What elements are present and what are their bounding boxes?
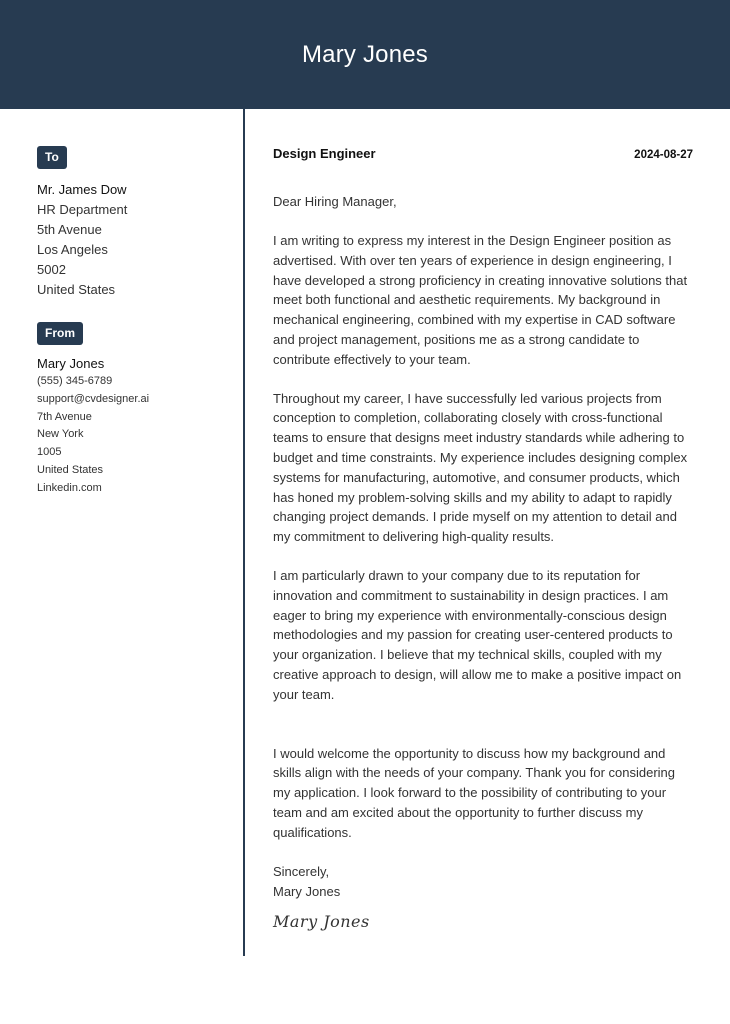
sender-linkedin[interactable]: Linkedin.com [37, 480, 232, 498]
closing-block: Sincerely, Mary Jones [273, 862, 693, 902]
paragraph-experience: Throughout my career, I have successfull… [273, 390, 688, 545]
sender-block: From Mary Jones (555) 345-6789 support@c… [37, 322, 232, 498]
recipient-department: HR Department [37, 202, 128, 217]
recipient-postcode: 5002 [37, 262, 66, 277]
recipient-name: Mr. James Dow [37, 182, 127, 197]
sender-street: 7th Avenue [37, 410, 92, 423]
sidebar: To Mr. James Dow HR Department 5th Avenu… [37, 146, 232, 498]
paragraph-closing: I would welcome the opportunity to discu… [273, 745, 676, 840]
recipient-block: To Mr. James Dow HR Department 5th Avenu… [37, 146, 232, 300]
recipient-street: 5th Avenue [37, 222, 102, 237]
applicant-name: Mary Jones [301, 40, 429, 68]
paragraph-motivation: I am particularly drawn to your company … [273, 567, 682, 702]
header-banner: Mary Jones [0, 0, 730, 109]
job-title: Design Engineer [273, 146, 376, 161]
to-badge: To [37, 146, 67, 169]
from-badge: From [37, 322, 83, 345]
sender-postcode: 1005 [37, 446, 62, 459]
paragraph-intro: I am writing to express my interest in t… [273, 233, 688, 367]
sender-phone: (555) 345-6789 [37, 375, 113, 387]
column-divider [243, 109, 245, 956]
recipient-city: Los Angeles [37, 242, 108, 257]
letter-heading: Design Engineer 2024-08-27 [273, 146, 693, 161]
sender-country: United States [37, 463, 104, 476]
letter-date: 2024-08-27 [634, 149, 693, 161]
letter-body: Design Engineer 2024-08-27 Dear Hiring M… [273, 146, 693, 931]
sender-name: Mary Jones [37, 356, 105, 371]
recipient-country: United States [37, 282, 116, 297]
salutation: Dear Hiring Manager, [273, 194, 397, 209]
sender-city: New York [37, 428, 84, 441]
sender-email[interactable]: support@cvdesigner.ai [37, 391, 232, 409]
closing-phrase: Sincerely, [273, 863, 330, 879]
signoff-name: Mary Jones [273, 883, 341, 899]
signature: Mary Jones [273, 911, 370, 931]
